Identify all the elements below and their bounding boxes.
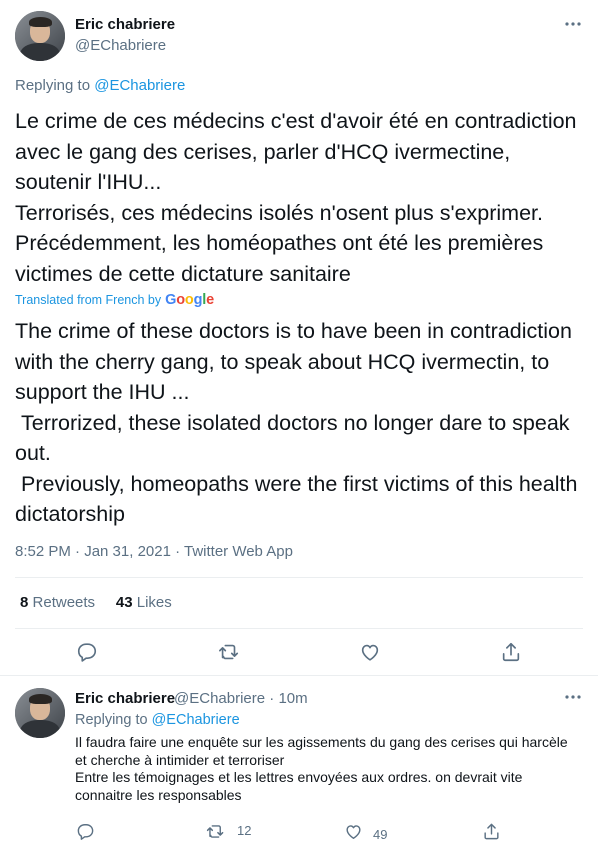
replying-label: Replying to (15, 77, 91, 94)
replying-label: Replying to (75, 712, 148, 728)
like-count: 49 (373, 827, 388, 842)
likes-stat[interactable]: 43 Likes (116, 594, 172, 611)
google-logo: Google (165, 292, 214, 308)
retweets-count: 8 (20, 594, 29, 611)
share-icon[interactable] (482, 822, 504, 844)
retweet-count: 12 (237, 823, 252, 838)
likes-label: Likes (136, 594, 172, 611)
like-icon[interactable] (359, 641, 381, 663)
reply-meta: @EChabriere · 10m (174, 690, 308, 707)
reply-author-name[interactable]: Eric chabriere (75, 690, 175, 707)
reply-icon[interactable] (76, 822, 98, 844)
translation-attribution: Translated from French by Google (15, 292, 214, 308)
retweets-label: Retweets (32, 594, 96, 611)
reply-text: Il faudra faire une enquête sur les agis… (75, 734, 568, 803)
tweet-timestamp[interactable]: 8:52 PM · Jan 31, 2021 · Twitter Web App (15, 543, 293, 560)
author-handle[interactable]: @EChabriere (75, 37, 166, 54)
reply-icon[interactable] (76, 641, 98, 663)
likes-count: 43 (115, 594, 133, 611)
more-icon[interactable] (563, 14, 583, 34)
tweet-text-translated: The crime of these doctors is to have be… (15, 319, 578, 526)
reply-author-avatar[interactable] (15, 688, 65, 738)
author-avatar[interactable] (15, 11, 65, 61)
author-name[interactable]: Eric chabriere (75, 16, 175, 33)
divider (15, 628, 583, 629)
meta-separator: · (269, 690, 275, 707)
more-icon[interactable] (563, 687, 583, 707)
retweet-icon[interactable] (206, 822, 228, 844)
tweet-text-original: Le crime de ces médecins c'est d'avoir é… (15, 109, 577, 286)
replying-to-link[interactable]: @EChabriere (152, 712, 240, 728)
reply-time[interactable]: 10m (278, 690, 307, 707)
replying-to: Replying to @EChabriere (15, 77, 185, 94)
replying-to-link[interactable]: @EChabriere (94, 77, 185, 94)
engagement-stats: 8 Retweets 43 Likes (20, 594, 172, 611)
reply-author-handle[interactable]: @EChabriere (174, 690, 265, 707)
reply-replying-to: Replying to @EChabriere (75, 712, 240, 728)
translated-label: Translated from French by (15, 293, 162, 307)
retweets-stat[interactable]: 8 Retweets (20, 594, 95, 611)
like-icon[interactable] (344, 822, 366, 844)
retweet-icon[interactable] (218, 641, 240, 663)
divider (0, 675, 598, 676)
divider (15, 577, 583, 578)
share-icon[interactable] (500, 641, 522, 663)
